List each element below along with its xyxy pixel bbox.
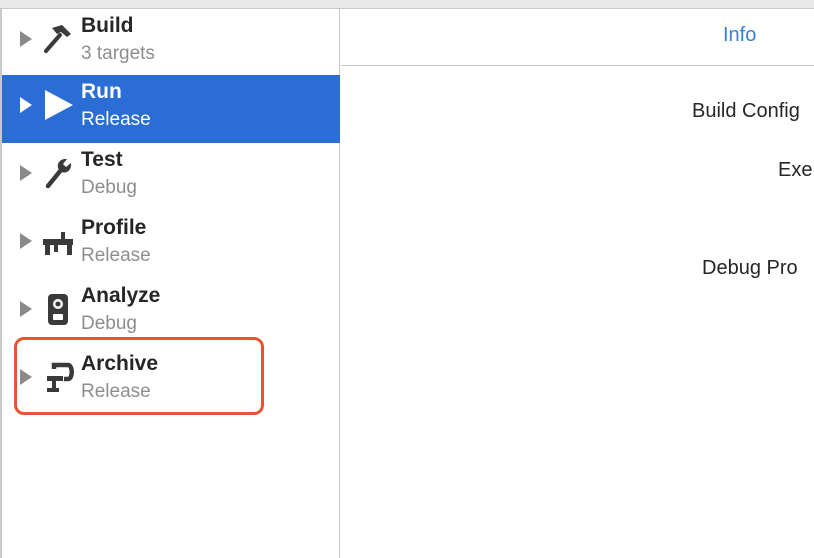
sidebar-item-subtitle: 3 targets	[81, 43, 155, 64]
disclosure-triangle[interactable]	[20, 165, 32, 181]
wrench-icon	[45, 158, 72, 189]
disclosure-triangle[interactable]	[20, 97, 32, 113]
sidebar-item-profile[interactable]: Profile Release	[2, 211, 340, 279]
sidebar-item-build[interactable]: Build 3 targets	[2, 9, 340, 77]
gauge-icon	[43, 232, 73, 255]
build-configuration-label: Build Config	[692, 100, 800, 122]
tab-info[interactable]: Info	[723, 24, 756, 47]
debug-process-label: Debug Pro	[702, 257, 798, 279]
sidebar-item-subtitle: Release	[81, 245, 151, 266]
sidebar-item-subtitle: Release	[81, 109, 151, 130]
sidebar-item-title: Profile	[81, 216, 147, 239]
window-top-edge	[0, 0, 814, 9]
sidebar-item-title: Analyze	[81, 284, 161, 307]
archive-highlight-annotation	[14, 337, 264, 415]
sidebar-item-title: Test	[81, 148, 123, 171]
sidebar-item-subtitle: Debug	[81, 177, 137, 198]
scheme-detail-pane: Info Build Config Exe Debug Pro	[341, 9, 814, 558]
disclosure-triangle[interactable]	[20, 301, 32, 317]
sidebar-item-title: Run	[81, 80, 122, 103]
sidebar-item-run[interactable]: Run Release	[2, 75, 340, 143]
sidebar-item-title: Build	[81, 14, 134, 37]
disclosure-triangle[interactable]	[20, 31, 32, 47]
hammer-icon	[44, 25, 71, 53]
executable-label: Exe	[778, 159, 813, 181]
tab-bar: Info	[341, 9, 814, 66]
play-icon	[45, 90, 73, 120]
sidebar-item-test[interactable]: Test Debug	[2, 143, 340, 211]
sidebar-item-subtitle: Debug	[81, 313, 137, 334]
scheme-action-sidebar: Build 3 targets Run Release Test Debug P…	[0, 9, 340, 558]
disclosure-triangle[interactable]	[20, 233, 32, 249]
analyze-icon	[48, 294, 68, 325]
